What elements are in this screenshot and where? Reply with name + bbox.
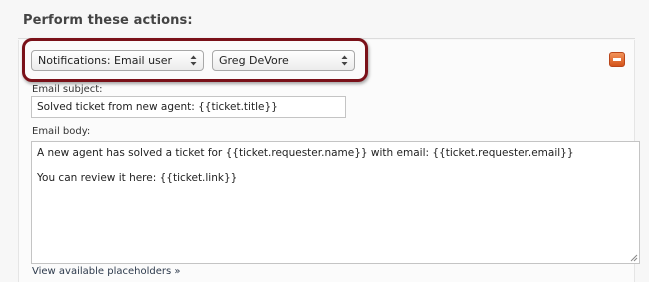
email-subject-label: Email subject: bbox=[32, 84, 103, 95]
remove-action-button[interactable] bbox=[609, 52, 625, 67]
view-placeholders-link[interactable]: View available placeholders » bbox=[32, 266, 180, 277]
actions-panel: Perform these actions: Notifications: Em… bbox=[0, 0, 649, 282]
email-subject-input[interactable]: Solved ticket from new agent: {{ticket.t… bbox=[31, 96, 346, 118]
email-body-textarea[interactable]: A new agent has solved a ticket for {{ti… bbox=[31, 141, 640, 264]
email-body-line: A new agent has solved a ticket for {{ti… bbox=[37, 147, 574, 159]
annotation-highlight-box bbox=[22, 38, 368, 82]
resize-grip-icon[interactable] bbox=[630, 254, 638, 262]
section-title: Perform these actions: bbox=[23, 13, 193, 28]
email-body-line: You can review it here: {{ticket.link}} bbox=[37, 172, 238, 184]
email-body-label: Email body: bbox=[32, 126, 91, 137]
minus-icon bbox=[613, 58, 621, 61]
